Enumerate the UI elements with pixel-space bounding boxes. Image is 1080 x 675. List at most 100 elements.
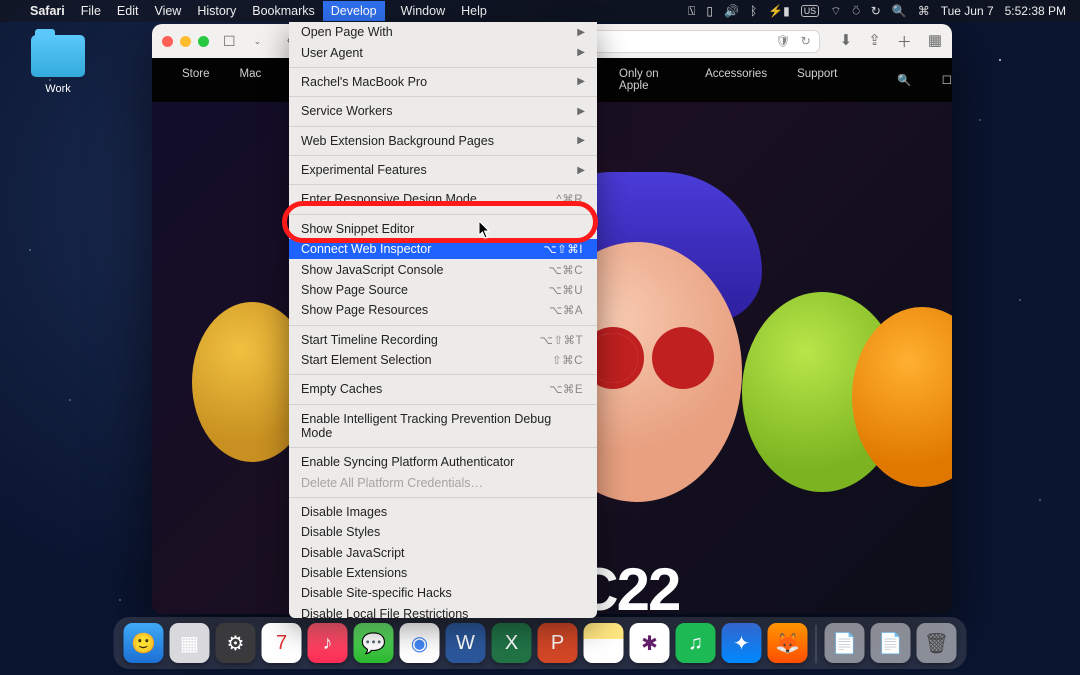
menu-item-rachel-s-macbook-pro[interactable]: Rachel's MacBook Pro▶ [289, 72, 597, 92]
menu-item-label: Disable JavaScript [301, 546, 405, 560]
menu-item-connect-web-inspector[interactable]: Connect Web Inspector⌥⇧⌘I [289, 239, 597, 259]
nav-support[interactable]: Support [797, 68, 837, 92]
menu-item-delete-all-platform-credentials: Delete All Platform Credentials… [289, 472, 597, 492]
bag-icon[interactable]: ☐ [942, 73, 952, 87]
menu-item-show-page-resources[interactable]: Show Page Resources⌥⌘A [289, 300, 597, 320]
dock-settings[interactable]: ⚙ [216, 623, 256, 663]
menu-item-show-javascript-console[interactable]: Show JavaScript Console ⌥⌘C [289, 259, 597, 279]
menu-separator [289, 67, 597, 68]
menu-help[interactable]: Help [461, 4, 487, 18]
dock-chrome[interactable]: ◉ [400, 623, 440, 663]
dock-calendar[interactable]: 7 [262, 623, 302, 663]
dock-launchpad[interactable]: ▦ [170, 623, 210, 663]
dropbox-icon[interactable]: ⍂ [688, 4, 695, 19]
sidebar-button[interactable]: ☐ [219, 31, 240, 52]
dock-slack[interactable]: ✱ [630, 623, 670, 663]
submenu-arrow-icon: ▶ [577, 165, 585, 176]
menu-item-disable-extensions[interactable]: Disable Extensions [289, 563, 597, 583]
menu-separator [289, 184, 597, 185]
nav-only-on-apple[interactable]: Only on Apple [619, 68, 675, 92]
input-source-icon[interactable]: US [801, 5, 820, 17]
control-center-icon[interactable]: ⌘ [918, 4, 930, 18]
new-tab-icon[interactable]: ＋ [897, 31, 912, 52]
menu-item-label: Disable Styles [301, 525, 380, 539]
menubar-date[interactable]: Tue Jun 7 [941, 4, 994, 18]
dock-spotify[interactable]: ♫ [676, 623, 716, 663]
menu-item-disable-styles[interactable]: Disable Styles [289, 522, 597, 542]
menu-separator [289, 126, 597, 127]
menu-item-service-workers[interactable]: Service Workers▶ [289, 101, 597, 121]
menu-item-disable-images[interactable]: Disable Images [289, 502, 597, 522]
dock-document2[interactable]: 📄 [871, 623, 911, 663]
nav-store[interactable]: Store [182, 68, 210, 92]
minimize-button[interactable] [180, 36, 191, 47]
wifi-icon[interactable]: ⌔ [830, 4, 841, 19]
menu-item-label: Show JavaScript Console [301, 263, 443, 277]
menu-item-label: Web Extension Background Pages [301, 134, 494, 148]
close-button[interactable] [162, 36, 173, 47]
dock-firefox[interactable]: 🦊 [768, 623, 808, 663]
nav-mac[interactable]: Mac [240, 68, 262, 92]
menu-history[interactable]: History [197, 4, 236, 18]
sidebar-dropdown[interactable]: ⌄ [250, 34, 266, 49]
menu-separator [289, 404, 597, 405]
dock-excel[interactable]: X [492, 623, 532, 663]
menu-item-enable-intelligent-tracking-prevention-debug-mode[interactable]: Enable Intelligent Tracking Prevention D… [289, 409, 597, 443]
menu-item-disable-javascript[interactable]: Disable JavaScript [289, 543, 597, 563]
menu-item-enter-responsive-design-mode[interactable]: Enter Responsive Design Mode^⌘R [289, 189, 597, 209]
volume-icon[interactable]: 🔊 [724, 4, 739, 18]
folder-icon [31, 35, 85, 77]
menu-item-open-page-with[interactable]: Open Page With▶ [289, 22, 597, 42]
menu-item-disable-site-specific-hacks[interactable]: Disable Site-specific Hacks [289, 583, 597, 603]
menu-item-show-page-source[interactable]: Show Page Source⌥⌘U [289, 280, 597, 300]
dock-safari[interactable]: ✦ [722, 623, 762, 663]
menu-item-label: Disable Local File Restrictions [301, 607, 468, 618]
nav-accessories[interactable]: Accessories [705, 68, 767, 92]
desktop-folder-work[interactable]: Work [22, 35, 94, 95]
user-icon[interactable]: ⍥ [852, 4, 859, 19]
menu-shortcut: ⌥⌘C [548, 263, 583, 277]
app-menu[interactable]: Safari [30, 4, 65, 18]
menu-item-start-element-selection[interactable]: Start Element Selection⇧⌘C [289, 350, 597, 370]
menu-item-enable-syncing-platform-authenticator[interactable]: Enable Syncing Platform Authenticator [289, 452, 597, 472]
reload-icon[interactable]: ↻ [801, 34, 811, 48]
menu-view[interactable]: View [154, 4, 181, 18]
dock-word[interactable]: W [446, 623, 486, 663]
dock-trash[interactable]: 🗑 [917, 623, 957, 663]
menu-file[interactable]: File [81, 4, 101, 18]
dock-separator [816, 625, 817, 663]
menubar-time[interactable]: 5:52:38 PM [1005, 4, 1066, 18]
menu-item-show-snippet-editor[interactable]: Show Snippet Editor [289, 219, 597, 239]
dock-music[interactable]: ♪ [308, 623, 348, 663]
mouse-cursor-icon [479, 221, 491, 244]
menu-edit[interactable]: Edit [117, 4, 139, 18]
menu-item-start-timeline-recording[interactable]: Start Timeline Recording⌥⇧⌘T [289, 330, 597, 350]
dock-finder[interactable]: 🙂 [124, 623, 164, 663]
bluetooth-icon[interactable]: ᛒ [750, 4, 757, 18]
menu-item-label: Start Element Selection [301, 353, 432, 367]
downloads-icon[interactable]: ⬇ [840, 31, 853, 52]
menu-item-web-extension-background-pages[interactable]: Web Extension Background Pages▶ [289, 131, 597, 151]
sync-icon[interactable]: ↻ [871, 4, 881, 18]
menu-window[interactable]: Window [401, 4, 445, 18]
search-icon[interactable]: 🔍 [897, 73, 911, 87]
dock-notes[interactable] [584, 623, 624, 663]
dock-document1[interactable]: 📄 [825, 623, 865, 663]
menu-item-disable-local-file-restrictions[interactable]: Disable Local File Restrictions [289, 604, 597, 618]
menu-item-experimental-features[interactable]: Experimental Features▶ [289, 160, 597, 180]
tabs-icon[interactable]: ▦ [928, 31, 942, 52]
menu-item-user-agent[interactable]: User Agent▶ [289, 42, 597, 62]
zoom-button[interactable] [198, 36, 209, 47]
menu-item-empty-caches[interactable]: Empty Caches⌥⌘E [289, 379, 597, 399]
menu-item-label: Rachel's MacBook Pro [301, 75, 427, 89]
menu-develop[interactable]: Develop [323, 1, 385, 21]
share-icon[interactable]: ⇪ [868, 31, 881, 52]
dock-powerpoint[interactable]: P [538, 623, 578, 663]
menu-item-label: Show Page Source [301, 283, 408, 297]
menu-bookmarks[interactable]: Bookmarks [252, 4, 315, 18]
menu-separator [289, 155, 597, 156]
phone-icon[interactable]: ▯ [706, 4, 713, 18]
battery-icon[interactable]: ⚡▮ [768, 4, 790, 18]
spotlight-icon[interactable]: 🔍 [892, 4, 907, 18]
dock-messages[interactable]: 💬 [354, 623, 394, 663]
